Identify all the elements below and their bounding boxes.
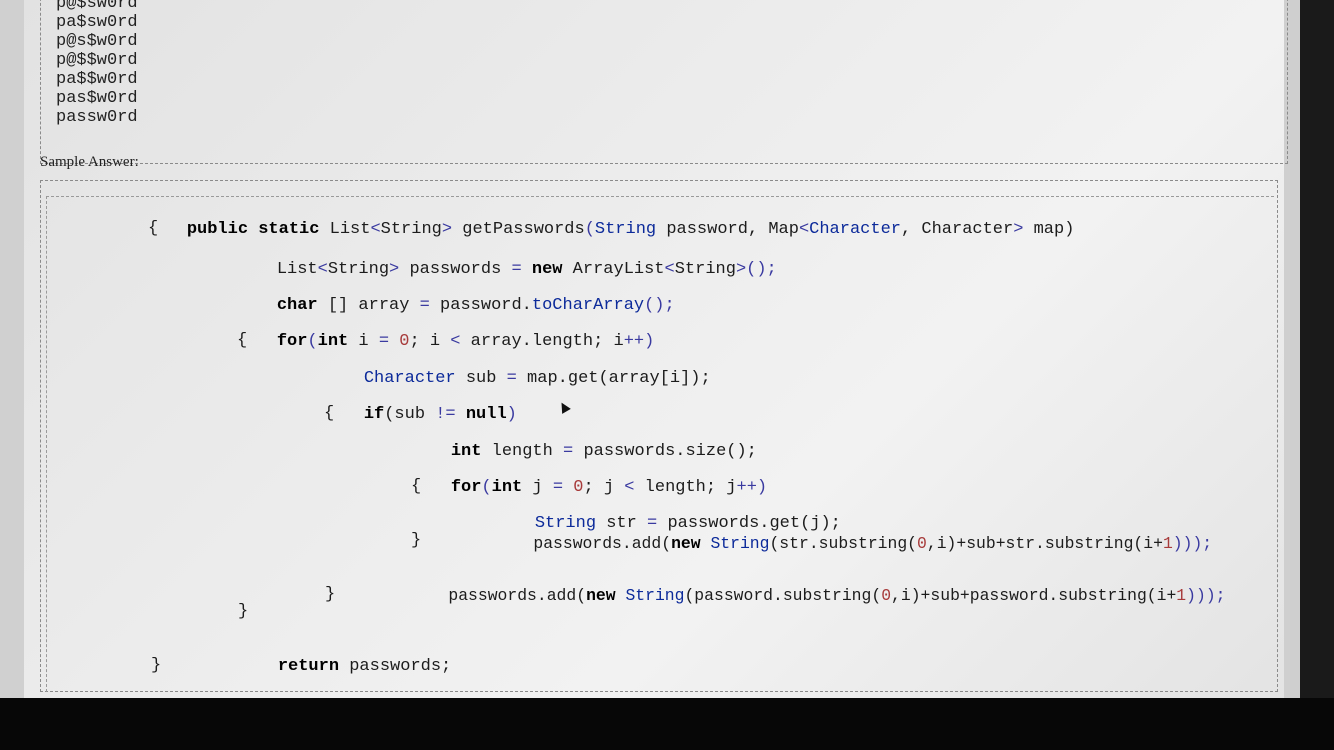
code-line-15: } [411, 531, 422, 550]
password-variant: pas$w0rd [56, 89, 138, 108]
code-token: map.get(array[i]); [516, 369, 711, 388]
code-line-2: { [148, 219, 159, 238]
code-token: new [671, 534, 701, 553]
code-token: < [798, 220, 810, 239]
password-variants-list: p@$sw0rd pa$sw0rd p@s$w0rd p@$$w0rd pa$$… [56, 0, 138, 127]
code-token: map) [1023, 220, 1075, 239]
code-token: public static [186, 220, 320, 239]
code-line-9: { [324, 404, 335, 423]
code-token: List [319, 220, 371, 239]
code-token: < [370, 220, 381, 239]
password-variant: passw0rd [56, 108, 138, 127]
code-token: ( [307, 332, 318, 351]
code-token: 0 [881, 586, 892, 605]
code-token: ,i)+sub+password.substring(i+ [891, 586, 1177, 605]
code-token: (); [746, 260, 777, 279]
code-token: ))); [1172, 534, 1213, 553]
code-token: ,i)+sub+str.substring(i+ [926, 534, 1163, 553]
sample-answer-label: Sample Answer: [40, 154, 139, 170]
code-token: ( [584, 220, 595, 239]
screen-edge [1300, 0, 1334, 698]
code-token: 1 [1176, 586, 1187, 605]
password-variant: pa$$w0rd [56, 70, 138, 89]
code-line-12: { [411, 477, 422, 496]
page-left-margin [0, 0, 24, 698]
example-output-box [40, 0, 1288, 164]
code-token: passwords.add( [533, 534, 672, 553]
code-token: for [450, 478, 482, 497]
code-token: ( [481, 478, 492, 497]
code-token: password, Map [656, 220, 799, 239]
password-variant: p@s$w0rd [56, 32, 138, 51]
code-line-14: passwords.add(new String(str.substring(0… [494, 514, 1212, 574]
code-token: 0 [917, 534, 927, 553]
code-token: new [586, 586, 616, 605]
code-token: String [625, 586, 685, 605]
code-line-6: { [237, 331, 248, 350]
code-line-20: } [151, 656, 162, 675]
password-variant: pa$sw0rd [56, 13, 138, 32]
code-token: , Character [900, 220, 1014, 239]
code-token: getPasswords [452, 220, 585, 239]
code-token: String [380, 220, 442, 239]
monitor-bezel [0, 698, 1334, 750]
code-token: (str.substring( [769, 534, 918, 553]
code-line-16: passwords.add(new String(password.substr… [409, 566, 1226, 626]
code-line-17: } [325, 585, 336, 604]
code-token: if [363, 405, 385, 424]
code-token: String [674, 260, 736, 279]
screen: p@$sw0rd pa$sw0rd p@s$w0rd p@$$w0rd pa$$… [0, 0, 1300, 698]
code-token: passwords.add( [448, 586, 587, 605]
code-line-18: } [238, 602, 249, 621]
code-token: > [1013, 220, 1024, 239]
code-line-19: return passwords; [237, 637, 451, 697]
code-token: String [710, 534, 770, 553]
password-variant: p@$$w0rd [56, 51, 138, 70]
code-token: passwords; [339, 657, 452, 676]
code-token: String [594, 220, 657, 239]
code-token: > [735, 260, 747, 279]
code-token: for [276, 332, 308, 351]
code-token: Character [809, 220, 901, 239]
code-token: ))); [1186, 586, 1226, 605]
code-token: return [277, 657, 340, 676]
code-token: (password.substring( [684, 586, 882, 605]
code-token: > [441, 220, 453, 239]
code-token: 1 [1162, 534, 1173, 553]
password-variant: p@$sw0rd [56, 0, 138, 13]
